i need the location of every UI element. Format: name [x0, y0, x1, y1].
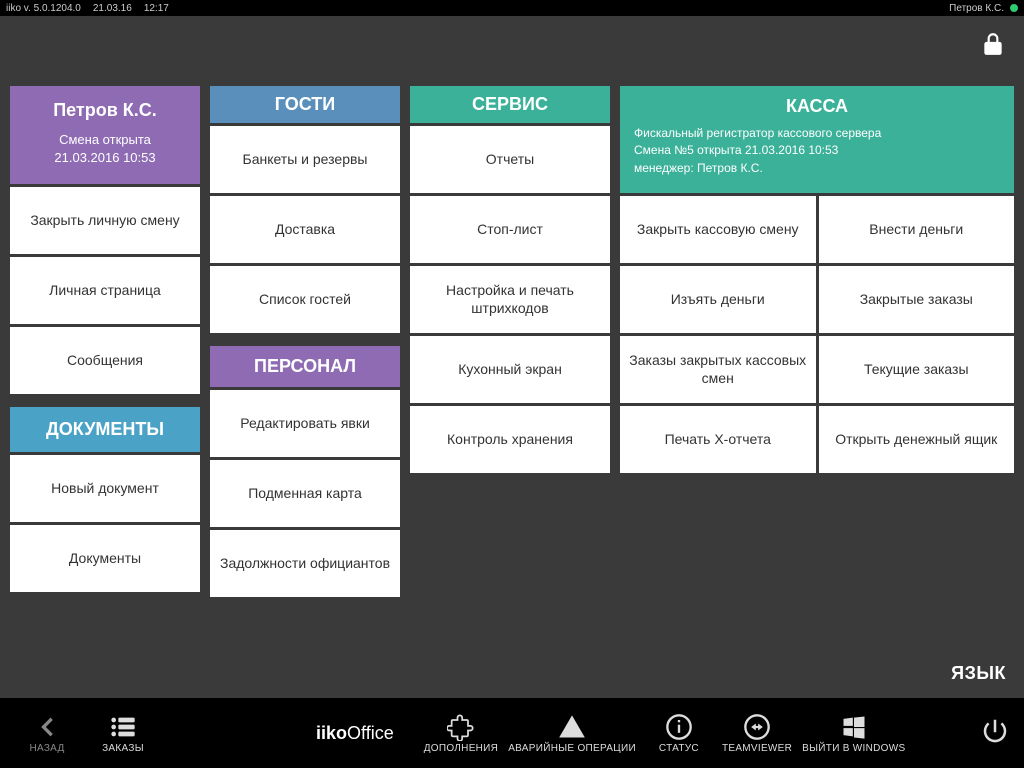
- shift-datetime: 21.03.2016 10:53: [18, 149, 192, 167]
- teamviewer-icon: [743, 713, 771, 741]
- iiko-office-button[interactable]: iikoOffice: [316, 723, 394, 744]
- power-icon: [980, 716, 1010, 746]
- cash-title: КАССА: [634, 96, 1000, 117]
- kitchen-screen-button[interactable]: Кухонный экран: [410, 336, 610, 403]
- main-area: Петров К.С. Смена открыта 21.03.2016 10:…: [0, 76, 1024, 617]
- reports-button[interactable]: Отчеты: [410, 126, 610, 193]
- open-cash-drawer-button[interactable]: Открыть денежный ящик: [819, 406, 1015, 473]
- back-button[interactable]: НАЗАД: [14, 713, 80, 754]
- list-icon: [109, 713, 137, 741]
- top-status-bar: iiko v. 5.0.1204.0 21.03.16 12:17 Петров…: [0, 0, 1024, 16]
- cash-sub1: Фискальный регистратор кассового сервера: [634, 125, 1000, 142]
- new-document-button[interactable]: Новый документ: [10, 455, 200, 522]
- shift-status: Смена открыта: [18, 131, 192, 149]
- puzzle-icon: [447, 713, 475, 741]
- chevron-left-icon: [33, 713, 61, 741]
- close-cash-shift-button[interactable]: Закрыть кассовую смену: [620, 196, 816, 263]
- cash-header: КАССА Фискальный регистратор кассового с…: [620, 86, 1014, 193]
- personal-page-button[interactable]: Личная страница: [10, 257, 200, 324]
- cash-sub3: менеджер: Петров К.С.: [634, 160, 1000, 177]
- windows-icon: [840, 713, 868, 741]
- top-date: 21.03.16: [93, 3, 132, 14]
- barcode-setup-button[interactable]: Настройка и печать штрихкодов: [410, 266, 610, 333]
- documents-header: ДОКУМЕНТЫ: [10, 407, 200, 452]
- closed-orders-button[interactable]: Закрытые заказы: [819, 266, 1015, 333]
- messages-button[interactable]: Сообщения: [10, 327, 200, 394]
- top-time: 12:17: [144, 3, 169, 14]
- service-header: СЕРВИС: [410, 86, 610, 123]
- substitute-card-button[interactable]: Подменная карта: [210, 460, 400, 527]
- teamviewer-button[interactable]: TEAMVIEWER: [722, 713, 792, 754]
- storage-control-button[interactable]: Контроль хранения: [410, 406, 610, 473]
- deposit-money-button[interactable]: Внести деньги: [819, 196, 1015, 263]
- guest-list-button[interactable]: Список гостей: [210, 266, 400, 333]
- user-panel-header: Петров К.С. Смена открыта 21.03.2016 10:…: [10, 86, 200, 184]
- guests-header: ГОСТИ: [210, 86, 400, 123]
- warning-icon: [558, 713, 586, 741]
- emergency-label: АВАРИЙНЫЕ ОПЕРАЦИИ: [508, 743, 636, 754]
- orders-label: ЗАКАЗЫ: [102, 743, 144, 754]
- header-row: [0, 16, 1024, 76]
- top-user: Петров К.С.: [949, 3, 1004, 14]
- close-personal-shift-button[interactable]: Закрыть личную смену: [10, 187, 200, 254]
- orders-button[interactable]: ЗАКАЗЫ: [90, 713, 156, 754]
- personnel-header: ПЕРСОНАЛ: [210, 346, 400, 387]
- waiter-debts-button[interactable]: Задолжности официантов: [210, 530, 400, 597]
- lock-icon[interactable]: [980, 31, 1006, 62]
- status-dot-icon: [1010, 4, 1018, 12]
- bottom-bar: НАЗАД ЗАКАЗЫ iikoOffice ДОПОЛНЕНИЯ АВАРИ…: [0, 698, 1024, 768]
- power-button[interactable]: [980, 716, 1010, 751]
- cash-sub2: Смена №5 открыта 21.03.2016 10:53: [634, 142, 1000, 159]
- teamviewer-label: TEAMVIEWER: [722, 743, 792, 754]
- language-button[interactable]: ЯЗЫК: [951, 663, 1006, 684]
- user-name: Петров К.С.: [18, 100, 192, 121]
- closed-shift-orders-button[interactable]: Заказы закрытых кассовых смен: [620, 336, 816, 403]
- documents-button[interactable]: Документы: [10, 525, 200, 592]
- delivery-button[interactable]: Доставка: [210, 196, 400, 263]
- stoplist-button[interactable]: Стоп-лист: [410, 196, 610, 263]
- withdraw-money-button[interactable]: Изъять деньги: [620, 266, 816, 333]
- app-version: iiko v. 5.0.1204.0: [6, 3, 81, 14]
- exit-windows-button[interactable]: ВЫЙТИ В WINDOWS: [802, 713, 905, 754]
- edit-attendance-button[interactable]: Редактировать явки: [210, 390, 400, 457]
- addons-button[interactable]: ДОПОЛНЕНИЯ: [424, 713, 499, 754]
- banquets-button[interactable]: Банкеты и резервы: [210, 126, 400, 193]
- office-thin: Office: [347, 723, 394, 743]
- exit-windows-label: ВЫЙТИ В WINDOWS: [802, 743, 905, 754]
- office-bold: iiko: [316, 723, 347, 743]
- emergency-button[interactable]: АВАРИЙНЫЕ ОПЕРАЦИИ: [508, 713, 636, 754]
- info-icon: [665, 713, 693, 741]
- print-x-report-button[interactable]: Печать X-отчета: [620, 406, 816, 473]
- status-label: СТАТУС: [659, 743, 699, 754]
- addons-label: ДОПОЛНЕНИЯ: [424, 743, 499, 754]
- current-orders-button[interactable]: Текущие заказы: [819, 336, 1015, 403]
- back-label: НАЗАД: [29, 743, 64, 754]
- status-button[interactable]: СТАТУС: [646, 713, 712, 754]
